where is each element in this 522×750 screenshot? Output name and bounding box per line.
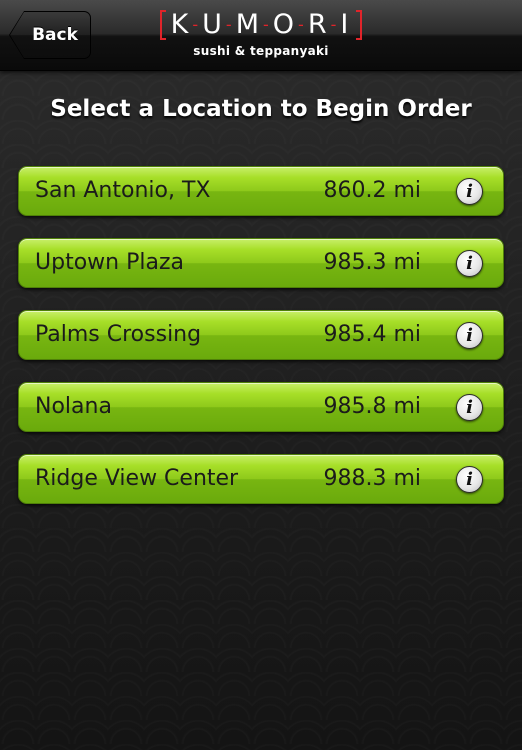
location-row-palms-crossing[interactable]: Palms Crossing 985.4 mi i (18, 310, 504, 360)
info-icon[interactable]: i (456, 394, 483, 421)
logo-dash: - (192, 15, 202, 35)
location-name: San Antonio, TX (35, 178, 211, 203)
navigation-bar: Back K-U-M-O-R-I sushi & teppanyaki (0, 0, 522, 71)
location-list: San Antonio, TX 860.2 mi i Uptown Plaza … (18, 166, 504, 526)
info-icon[interactable]: i (456, 322, 483, 349)
info-icon[interactable]: i (456, 178, 483, 205)
back-button[interactable]: Back (10, 12, 90, 58)
info-icon[interactable]: i (456, 250, 483, 277)
page-title: Select a Location to Begin Order (50, 96, 472, 122)
location-row-nolana[interactable]: Nolana 985.8 mi i (18, 382, 504, 432)
logo-dash: - (298, 15, 307, 35)
location-name: Nolana (35, 394, 112, 419)
logo-wordmark: K-U-M-O-R-I (158, 8, 364, 42)
location-name: Palms Crossing (35, 322, 202, 347)
logo-bracket-left (160, 10, 166, 40)
logo-tagline: sushi & teppanyaki (193, 44, 329, 58)
logo-dash: - (330, 15, 340, 35)
location-distance: 985.4 mi (323, 322, 421, 347)
logo-dash: - (263, 15, 272, 35)
location-distance: 985.3 mi (323, 250, 421, 275)
info-icon[interactable]: i (456, 466, 483, 493)
logo-bracket-right (356, 10, 362, 40)
kumori-logo: K-U-M-O-R-I sushi & teppanyaki (158, 8, 364, 62)
location-row-ridge-view-center[interactable]: Ridge View Center 988.3 mi i (18, 454, 504, 504)
location-distance: 985.8 mi (323, 394, 421, 419)
location-distance: 988.3 mi (323, 466, 421, 491)
location-name: Ridge View Center (35, 466, 239, 491)
location-distance: 860.2 mi (323, 178, 421, 203)
location-name: Uptown Plaza (35, 250, 184, 275)
location-row-uptown-plaza[interactable]: Uptown Plaza 985.3 mi i (18, 238, 504, 288)
logo-brand-text: K-U-M-O-R-I (170, 8, 352, 40)
logo-dash: - (225, 15, 235, 35)
app-screen: Back K-U-M-O-R-I sushi & teppanyaki Sele… (0, 0, 522, 750)
location-row-san-antonio[interactable]: San Antonio, TX 860.2 mi i (18, 166, 504, 216)
